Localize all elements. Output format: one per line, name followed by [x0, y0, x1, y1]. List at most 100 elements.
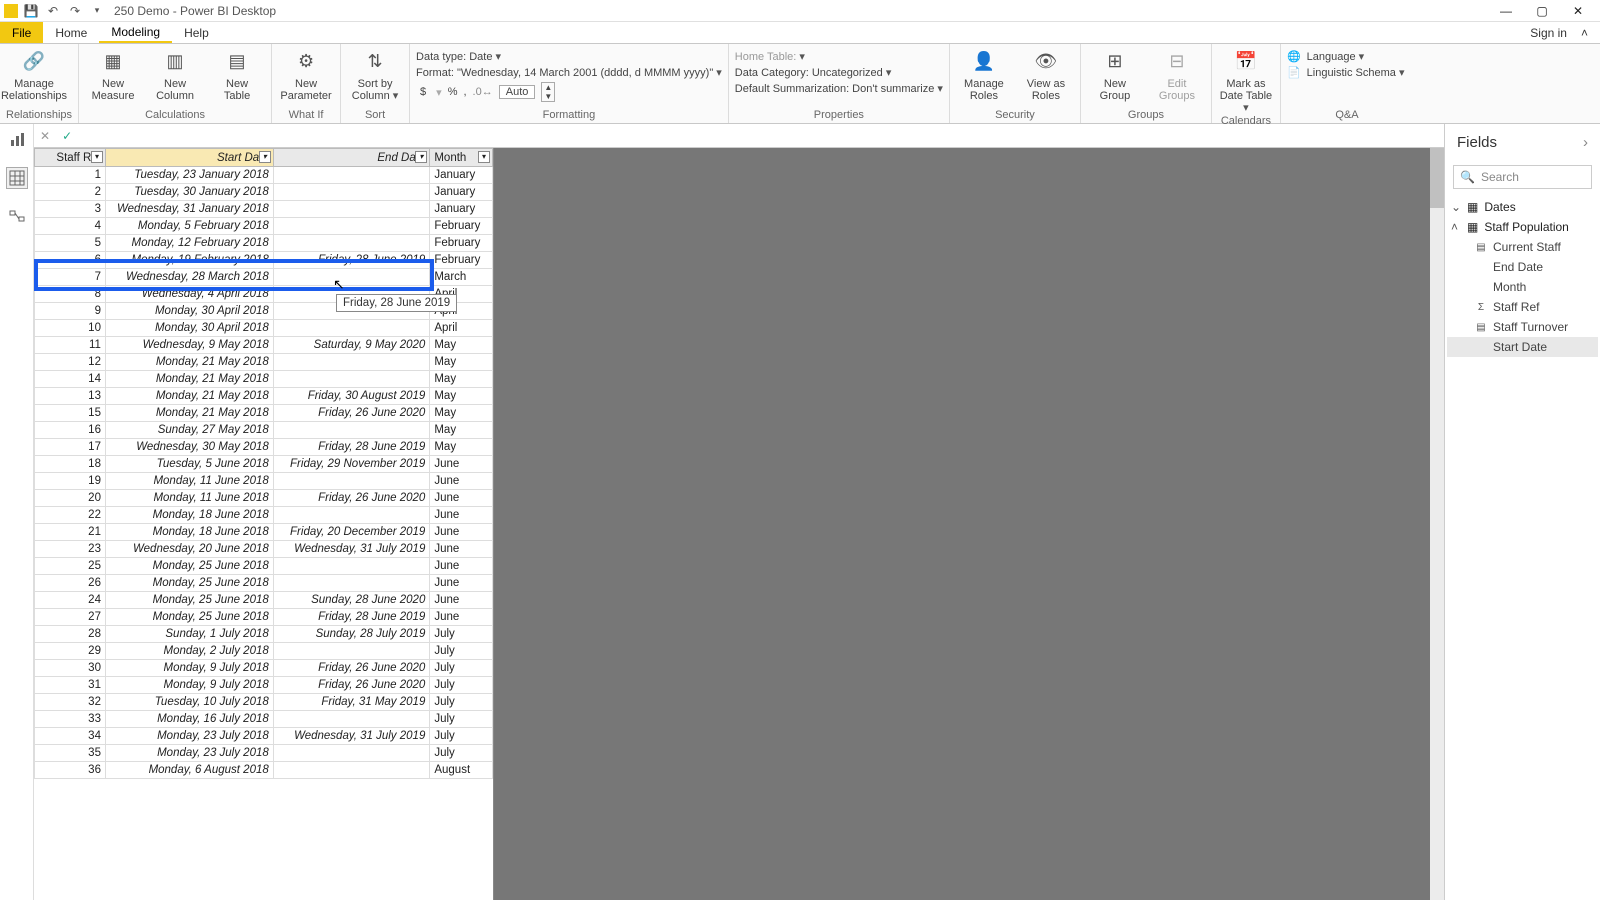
- filter-dropdown-icon[interactable]: ▾: [478, 151, 490, 163]
- cell-startdate[interactable]: Wednesday, 4 April 2018: [105, 286, 273, 303]
- cell-startdate[interactable]: Sunday, 27 May 2018: [105, 422, 273, 439]
- cell-month[interactable]: June: [430, 473, 493, 490]
- cell-month[interactable]: July: [430, 745, 493, 762]
- cell-enddate[interactable]: [273, 762, 430, 779]
- table-row[interactable]: 22Monday, 18 June 2018June: [35, 507, 493, 524]
- formula-cancel-icon[interactable]: ✕: [40, 129, 50, 143]
- cell-month[interactable]: May: [430, 405, 493, 422]
- table-row[interactable]: 26Monday, 25 June 2018June: [35, 575, 493, 592]
- undo-icon[interactable]: ↶: [46, 4, 60, 18]
- cell-startdate[interactable]: Monday, 23 July 2018: [105, 728, 273, 745]
- cell-startdate[interactable]: Tuesday, 30 January 2018: [105, 184, 273, 201]
- field-month[interactable]: Month: [1447, 277, 1598, 297]
- cell-startdate[interactable]: Monday, 11 June 2018: [105, 473, 273, 490]
- cell-startdate[interactable]: Monday, 25 June 2018: [105, 575, 273, 592]
- cell-startdate[interactable]: Monday, 18 June 2018: [105, 524, 273, 541]
- cell-startdate[interactable]: Monday, 9 July 2018: [105, 677, 273, 694]
- manage-roles-button[interactable]: 👤Manage Roles: [956, 46, 1012, 102]
- cell-month[interactable]: May: [430, 337, 493, 354]
- table-row[interactable]: 30Monday, 9 July 2018Friday, 26 June 202…: [35, 660, 493, 677]
- cell-enddate[interactable]: Friday, 26 June 2020: [273, 677, 430, 694]
- cell-staffref[interactable]: 23: [35, 541, 106, 558]
- decimals-input[interactable]: Auto: [499, 85, 536, 99]
- cell-startdate[interactable]: Monday, 11 June 2018: [105, 490, 273, 507]
- table-row[interactable]: 4Monday, 5 February 2018 February: [35, 218, 493, 235]
- table-row[interactable]: 18Tuesday, 5 June 2018Friday, 29 Novembe…: [35, 456, 493, 473]
- cell-staffref[interactable]: 14: [35, 371, 106, 388]
- cell-enddate[interactable]: Sunday, 28 June 2020: [273, 592, 430, 609]
- cell-staffref[interactable]: 2: [35, 184, 106, 201]
- cell-enddate[interactable]: Friday, 20 December 2019: [273, 524, 430, 541]
- cell-month[interactable]: June: [430, 507, 493, 524]
- cell-month[interactable]: June: [430, 575, 493, 592]
- table-row[interactable]: 32Tuesday, 10 July 2018Friday, 31 May 20…: [35, 694, 493, 711]
- cell-staffref[interactable]: 8: [35, 286, 106, 303]
- cell-month[interactable]: April: [430, 320, 493, 337]
- field-staff-turnover[interactable]: ▤Staff Turnover: [1447, 317, 1598, 337]
- cell-enddate[interactable]: Sunday, 28 July 2019: [273, 626, 430, 643]
- cell-enddate[interactable]: Friday, 31 May 2019: [273, 694, 430, 711]
- cell-startdate[interactable]: Monday, 19 February 2018: [105, 252, 273, 269]
- table-row[interactable]: 20Monday, 11 June 2018Friday, 26 June 20…: [35, 490, 493, 507]
- cell-startdate[interactable]: Sunday, 1 July 2018: [105, 626, 273, 643]
- cell-enddate[interactable]: [273, 320, 430, 337]
- cell-startdate[interactable]: Monday, 5 February 2018: [105, 218, 273, 235]
- cell-staffref[interactable]: 11: [35, 337, 106, 354]
- table-row[interactable]: 36Monday, 6 August 2018August: [35, 762, 493, 779]
- fields-search-input[interactable]: 🔍 Search: [1453, 165, 1592, 189]
- table-row[interactable]: 25Monday, 25 June 2018June: [35, 558, 493, 575]
- cell-startdate[interactable]: Monday, 25 June 2018: [105, 592, 273, 609]
- minimize-button[interactable]: —: [1488, 0, 1524, 22]
- cell-staffref[interactable]: 4: [35, 218, 106, 235]
- cell-startdate[interactable]: Monday, 25 June 2018: [105, 558, 273, 575]
- field-end-date[interactable]: End Date: [1447, 257, 1598, 277]
- filter-dropdown-icon[interactable]: ▾: [91, 151, 103, 163]
- ribbon-collapse-icon[interactable]: ˄: [1581, 26, 1588, 40]
- table-row[interactable]: 6Monday, 19 February 2018Friday, 28 June…: [35, 252, 493, 269]
- cell-month[interactable]: July: [430, 626, 493, 643]
- qat-dropdown-icon[interactable]: ▾: [90, 4, 104, 18]
- cell-month[interactable]: May: [430, 439, 493, 456]
- fields-table-staffpopulation[interactable]: ˄▦ Staff Population: [1447, 217, 1598, 237]
- sort-by-column-button[interactable]: ⇅Sort by Column: [347, 46, 403, 102]
- table-row[interactable]: 7Wednesday, 28 March 2018March: [35, 269, 493, 286]
- cell-startdate[interactable]: Tuesday, 10 July 2018: [105, 694, 273, 711]
- tab-file[interactable]: File: [0, 22, 43, 43]
- cell-startdate[interactable]: Monday, 25 June 2018: [105, 609, 273, 626]
- field-staff-ref[interactable]: ΣStaff Ref: [1447, 297, 1598, 317]
- cell-startdate[interactable]: Monday, 12 February 2018: [105, 235, 273, 252]
- column-header-staffref[interactable]: Staff Ref▾: [35, 149, 106, 167]
- cell-enddate[interactable]: [273, 235, 430, 252]
- cell-enddate[interactable]: Saturday, 9 May 2020: [273, 337, 430, 354]
- home-table-dropdown[interactable]: Home Table:: [735, 50, 805, 63]
- datatype-dropdown[interactable]: Data type: Date: [416, 50, 501, 63]
- cell-staffref[interactable]: 33: [35, 711, 106, 728]
- cell-staffref[interactable]: 27: [35, 609, 106, 626]
- cell-month[interactable]: July: [430, 677, 493, 694]
- cell-month[interactable]: July: [430, 728, 493, 745]
- cell-enddate[interactable]: [273, 167, 430, 184]
- view-as-roles-button[interactable]: 👁View as Roles: [1018, 46, 1074, 102]
- cell-month[interactable]: January: [430, 201, 493, 218]
- cell-month[interactable]: February: [430, 218, 493, 235]
- signin-link[interactable]: Sign in: [1530, 26, 1567, 40]
- table-row[interactable]: 29Monday, 2 July 2018July: [35, 643, 493, 660]
- cell-startdate[interactable]: Tuesday, 5 June 2018: [105, 456, 273, 473]
- cell-staffref[interactable]: 20: [35, 490, 106, 507]
- cell-staffref[interactable]: 32: [35, 694, 106, 711]
- language-dropdown[interactable]: Language: [1307, 50, 1365, 63]
- edit-groups-button[interactable]: ⊟Edit Groups: [1149, 46, 1205, 102]
- cell-staffref[interactable]: 22: [35, 507, 106, 524]
- cell-staffref[interactable]: 3: [35, 201, 106, 218]
- table-row[interactable]: 31Monday, 9 July 2018Friday, 26 June 202…: [35, 677, 493, 694]
- data-category-dropdown[interactable]: Data Category: Uncategorized: [735, 66, 892, 79]
- table-row[interactable]: 17Wednesday, 30 May 2018Friday, 28 June …: [35, 439, 493, 456]
- linguistic-schema-dropdown[interactable]: Linguistic Schema: [1307, 66, 1405, 79]
- cell-month[interactable]: June: [430, 609, 493, 626]
- cell-enddate[interactable]: Friday, 28 June 2019: [273, 252, 430, 269]
- cell-enddate[interactable]: Friday, 26 June 2020: [273, 405, 430, 422]
- fields-collapse-icon[interactable]: ›: [1583, 134, 1588, 151]
- cell-staffref[interactable]: 5: [35, 235, 106, 252]
- cell-month[interactable]: July: [430, 643, 493, 660]
- field-start-date[interactable]: Start Date: [1447, 337, 1598, 357]
